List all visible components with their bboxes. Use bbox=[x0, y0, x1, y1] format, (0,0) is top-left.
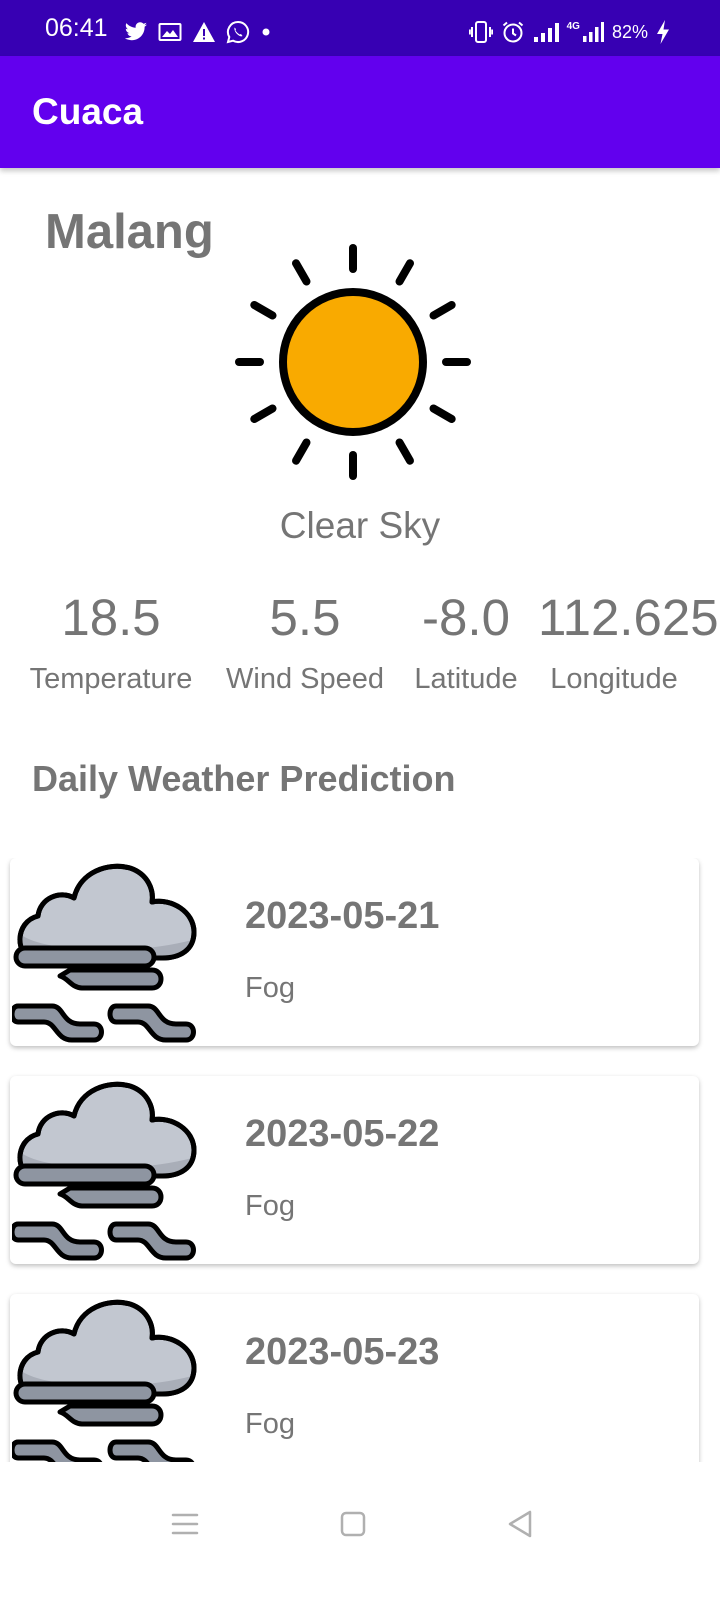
forecast-card[interactable]: 2023-05-21 Fog bbox=[10, 858, 699, 1046]
app-title: Cuaca bbox=[32, 91, 144, 132]
forecast-date: 2023-05-23 bbox=[245, 1331, 440, 1373]
back-icon[interactable] bbox=[503, 1506, 539, 1542]
signal-icon bbox=[533, 23, 559, 42]
stat-value: 5.5 bbox=[269, 589, 341, 646]
menu-icon[interactable] bbox=[167, 1506, 203, 1542]
app-bar: Cuaca bbox=[0, 56, 720, 168]
city-name: Malang bbox=[45, 205, 214, 259]
fog-icon bbox=[12, 860, 198, 1046]
signal-4g-icon: 4G bbox=[567, 21, 604, 43]
current-condition: Clear Sky bbox=[279, 505, 441, 546]
status-time: 06:41 bbox=[45, 14, 108, 42]
navigation-bar bbox=[0, 1462, 720, 1600]
forecast-section-title: Daily Weather Prediction bbox=[32, 758, 456, 799]
forecast-list[interactable]: 2023-05-21 Fog 2023-05-22 Fog 2023-05-23… bbox=[0, 858, 720, 1462]
stat-label: Temperature bbox=[29, 663, 193, 695]
fog-icon bbox=[12, 1078, 198, 1264]
twitter-icon bbox=[124, 22, 147, 41]
stat-temperature: 18.5 Temperature bbox=[22, 588, 200, 696]
battery-charging-icon bbox=[657, 20, 669, 44]
status-bar: 06:41 4G 82% bbox=[0, 0, 720, 56]
stat-label: Wind Speed bbox=[226, 663, 384, 695]
whatsapp-icon bbox=[226, 20, 250, 44]
forecast-description: Fog bbox=[245, 1408, 295, 1440]
stat-wind-speed: 5.5 Wind Speed bbox=[220, 588, 390, 696]
stat-value: 112.625 bbox=[538, 589, 719, 646]
warning-icon bbox=[193, 22, 215, 42]
stat-label: Latitude bbox=[414, 663, 518, 695]
stat-value: -8.0 bbox=[422, 589, 510, 646]
stat-longitude: 112.625 Longitude bbox=[538, 588, 719, 696]
stat-latitude: -8.0 Latitude bbox=[408, 588, 524, 696]
status-notification-icons bbox=[124, 20, 272, 44]
home-icon[interactable] bbox=[335, 1506, 371, 1542]
stat-value: 18.5 bbox=[61, 589, 161, 646]
forecast-description: Fog bbox=[245, 972, 295, 1004]
forecast-date: 2023-05-22 bbox=[245, 1113, 440, 1155]
stat-label: Longitude bbox=[550, 663, 678, 695]
vibrate-icon bbox=[468, 21, 493, 43]
sun-icon bbox=[235, 244, 471, 480]
forecast-description: Fog bbox=[245, 1190, 295, 1222]
gallery-icon bbox=[158, 23, 182, 41]
dot-icon bbox=[262, 28, 270, 36]
status-system-icons: 4G 82% bbox=[468, 20, 670, 44]
screen: 06:41 4G 82% Cuaca Malang Clear Sky 18.5… bbox=[0, 0, 720, 1600]
network-type: 4G bbox=[566, 21, 580, 32]
alarm-icon bbox=[502, 21, 523, 43]
battery-level: 82% bbox=[611, 22, 648, 42]
fog-icon bbox=[12, 1296, 198, 1462]
forecast-date: 2023-05-21 bbox=[245, 895, 440, 937]
forecast-card[interactable]: 2023-05-23 Fog bbox=[10, 1294, 699, 1462]
forecast-card[interactable]: 2023-05-22 Fog bbox=[10, 1076, 699, 1264]
